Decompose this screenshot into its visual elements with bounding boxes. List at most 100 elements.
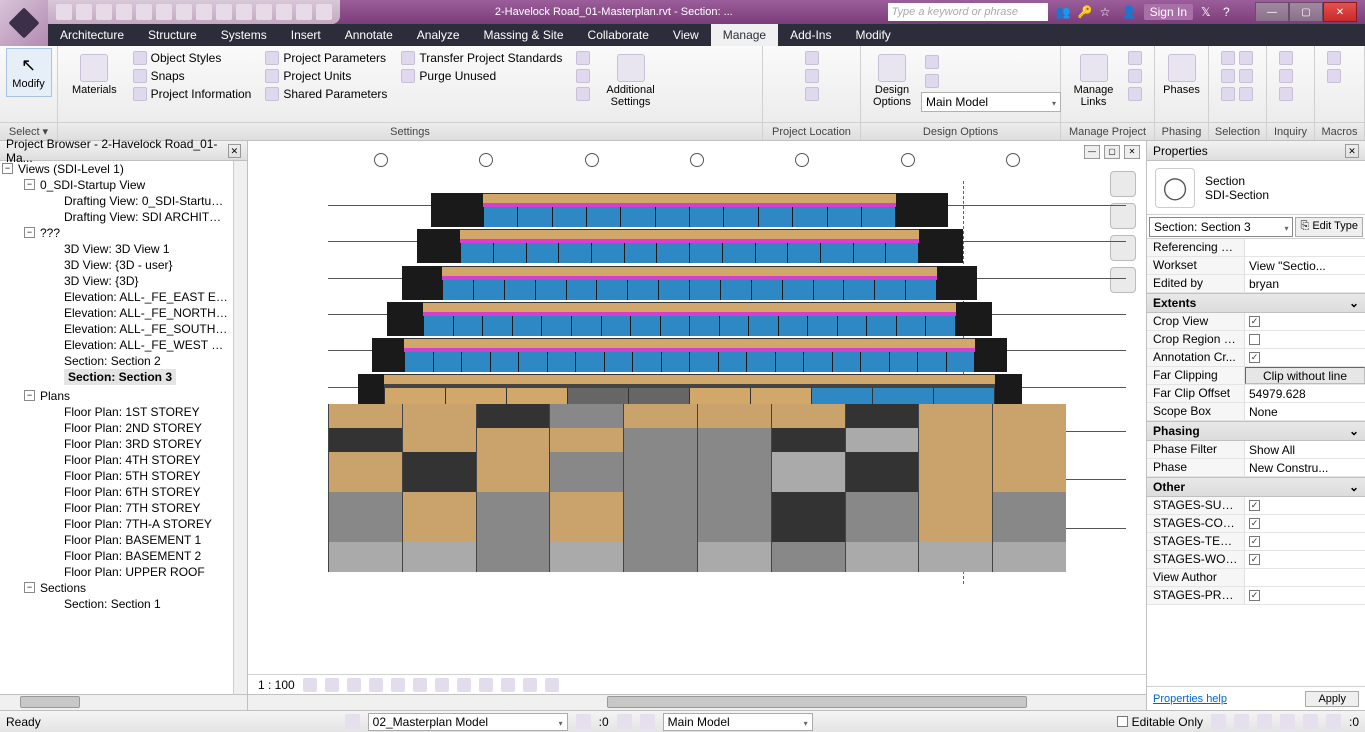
property-filter-dropdown[interactable]: Section: Section 3 <box>1149 217 1293 237</box>
key-icon[interactable]: 🔑 <box>1078 5 1092 19</box>
tree-item[interactable]: Section: Section 3 <box>64 369 176 385</box>
browser-hscroll[interactable] <box>0 694 247 710</box>
tree-item[interactable]: −0_SDI-Startup View <box>0 177 233 193</box>
tab-view[interactable]: View <box>661 24 711 46</box>
checkbox[interactable]: ✓ <box>1249 500 1260 511</box>
purge-unused-button[interactable]: Purge Unused <box>397 68 566 84</box>
prop-value[interactable]: ✓ <box>1245 533 1365 550</box>
exchange-icon[interactable]: 𝕏 <box>1201 5 1215 19</box>
temp-hide-icon[interactable] <box>479 678 493 692</box>
prop-value[interactable]: View "Sectio... <box>1245 257 1365 274</box>
tree-item[interactable]: −Views (SDI-Level 1) <box>0 161 233 177</box>
select-by-id[interactable] <box>1275 68 1297 84</box>
materials-button[interactable]: Materials <box>66 50 123 100</box>
qat-measure-icon[interactable] <box>156 4 172 20</box>
qat-text-icon[interactable] <box>216 4 232 20</box>
tree-item[interactable]: Floor Plan: 2ND STOREY <box>0 420 233 436</box>
project-parameters-button[interactable]: Project Parameters <box>261 50 391 66</box>
tab-add-ins[interactable]: Add-Ins <box>778 24 843 46</box>
tree-item[interactable]: 3D View: {3D} <box>0 273 233 289</box>
settings-icon-2[interactable] <box>572 68 594 84</box>
location-button[interactable] <box>801 50 823 66</box>
selection-load[interactable] <box>1217 68 1257 84</box>
project-information-button[interactable]: Project Information <box>129 86 256 102</box>
tree-item[interactable]: Section: Section 2 <box>0 353 233 369</box>
tab-collaborate[interactable]: Collaborate <box>576 24 661 46</box>
settings-icon-1[interactable] <box>572 50 594 66</box>
tree-item[interactable]: Floor Plan: 7TH STOREY <box>0 500 233 516</box>
checkbox[interactable]: ✓ <box>1249 352 1260 363</box>
tree-item[interactable]: 3D View: 3D View 1 <box>0 241 233 257</box>
drag-elements-icon[interactable] <box>1303 714 1318 729</box>
worksets-icon[interactable] <box>345 714 360 729</box>
select-pinned-icon[interactable] <box>1257 714 1272 729</box>
qat-thin-icon[interactable] <box>276 4 292 20</box>
checkbox[interactable]: ✓ <box>1249 536 1260 547</box>
canvas-hscroll[interactable] <box>248 694 1146 710</box>
position-button[interactable] <box>801 86 823 102</box>
snaps-button[interactable]: Snaps <box>129 68 256 84</box>
help-icon[interactable]: ? <box>1223 5 1237 19</box>
project-browser-tree[interactable]: −Views (SDI-Level 1)−0_SDI-Startup ViewD… <box>0 161 247 694</box>
prop-value[interactable]: None <box>1245 403 1365 420</box>
checkbox[interactable]: ✓ <box>1249 316 1260 327</box>
tab-systems[interactable]: Systems <box>209 24 279 46</box>
editable-only-toggle[interactable]: Editable Only <box>1117 715 1203 729</box>
prop-value[interactable]: Clip without line <box>1245 367 1365 384</box>
qat-redo-icon[interactable] <box>116 4 132 20</box>
properties-close-button[interactable]: ✕ <box>1345 144 1359 158</box>
additional-settings-button[interactable]: Additional Settings <box>600 50 660 112</box>
design-options-status-icon2[interactable] <box>640 714 655 729</box>
tree-item[interactable]: Floor Plan: BASEMENT 2 <box>0 548 233 564</box>
prop-category[interactable]: Phasing⌄ <box>1147 421 1365 441</box>
tree-item[interactable]: Elevation: ALL-_FE_WEST ELEVA <box>0 337 233 353</box>
browser-vscroll[interactable] <box>233 161 247 694</box>
qat-dim-icon[interactable] <box>176 4 192 20</box>
prop-value[interactable]: ✓ <box>1245 551 1365 568</box>
detail-level-icon[interactable] <box>303 678 317 692</box>
design-options-button[interactable]: Design Options <box>869 50 915 112</box>
manage-links-button[interactable]: Manage Links <box>1069 50 1118 112</box>
shared-parameters-button[interactable]: Shared Parameters <box>261 86 391 102</box>
sign-in-button[interactable]: Sign In <box>1144 4 1193 20</box>
reveal-hidden-icon[interactable] <box>501 678 515 692</box>
tree-item[interactable]: Elevation: ALL-_FE_EAST ELEVAT <box>0 289 233 305</box>
design-option-dropdown[interactable]: Main Model <box>921 92 1061 112</box>
phases-button[interactable]: Phases <box>1159 50 1205 100</box>
add-to-set-button[interactable] <box>921 54 1061 70</box>
macro-security[interactable] <box>1323 68 1345 84</box>
drawing-canvas[interactable]: — ▢ ✕ 11.20' 11.20' 11.20' 11.20' 11.20'… <box>248 141 1146 674</box>
prop-value[interactable] <box>1245 569 1365 586</box>
modify-button[interactable]: ↖Modify <box>6 48 52 97</box>
tree-item[interactable]: −Sections <box>0 580 233 596</box>
crop-region-icon[interactable] <box>435 678 449 692</box>
property-grid[interactable]: Referencing D...WorksetView "Sectio...Ed… <box>1147 239 1365 686</box>
tree-item[interactable]: Floor Plan: 3RD STOREY <box>0 436 233 452</box>
prop-value[interactable]: Show All <box>1245 441 1365 458</box>
user-icon[interactable]: 👤 <box>1122 5 1136 19</box>
analytical-icon[interactable] <box>545 678 559 692</box>
nav-2d-icon[interactable] <box>1110 203 1136 229</box>
prop-value[interactable] <box>1245 239 1365 256</box>
tree-item[interactable]: Floor Plan: 1ST STOREY <box>0 404 233 420</box>
tree-item[interactable]: Elevation: ALL-_FE_SOUTH ELEV <box>0 321 233 337</box>
tree-item[interactable]: Section: Section 1 <box>0 596 233 612</box>
minimize-button[interactable]: — <box>1255 2 1289 22</box>
macro-manager[interactable] <box>1323 50 1345 66</box>
prop-value[interactable]: 54979.628 <box>1245 385 1365 402</box>
select-underlay-icon[interactable] <box>1234 714 1249 729</box>
help-search-input[interactable]: Type a keyword or phrase <box>888 3 1048 21</box>
prop-value[interactable]: ✓ <box>1245 497 1365 514</box>
manage-images-button[interactable] <box>1124 50 1146 66</box>
prop-value[interactable]: ✓ <box>1245 313 1365 330</box>
selection-save[interactable] <box>1217 50 1257 66</box>
project-units-button[interactable]: Project Units <box>261 68 391 84</box>
transfer-project-standards-button[interactable]: Transfer Project Standards <box>397 50 566 66</box>
active-design-option-dropdown[interactable]: Main Model <box>663 713 813 731</box>
nav-home-icon[interactable] <box>1110 171 1136 197</box>
prop-category[interactable]: Other⌄ <box>1147 477 1365 497</box>
prop-category[interactable]: Extents⌄ <box>1147 293 1365 313</box>
nav-pan-icon[interactable] <box>1110 267 1136 293</box>
prop-value[interactable]: ✓ <box>1245 587 1365 604</box>
tree-item[interactable]: Floor Plan: 6TH STOREY <box>0 484 233 500</box>
